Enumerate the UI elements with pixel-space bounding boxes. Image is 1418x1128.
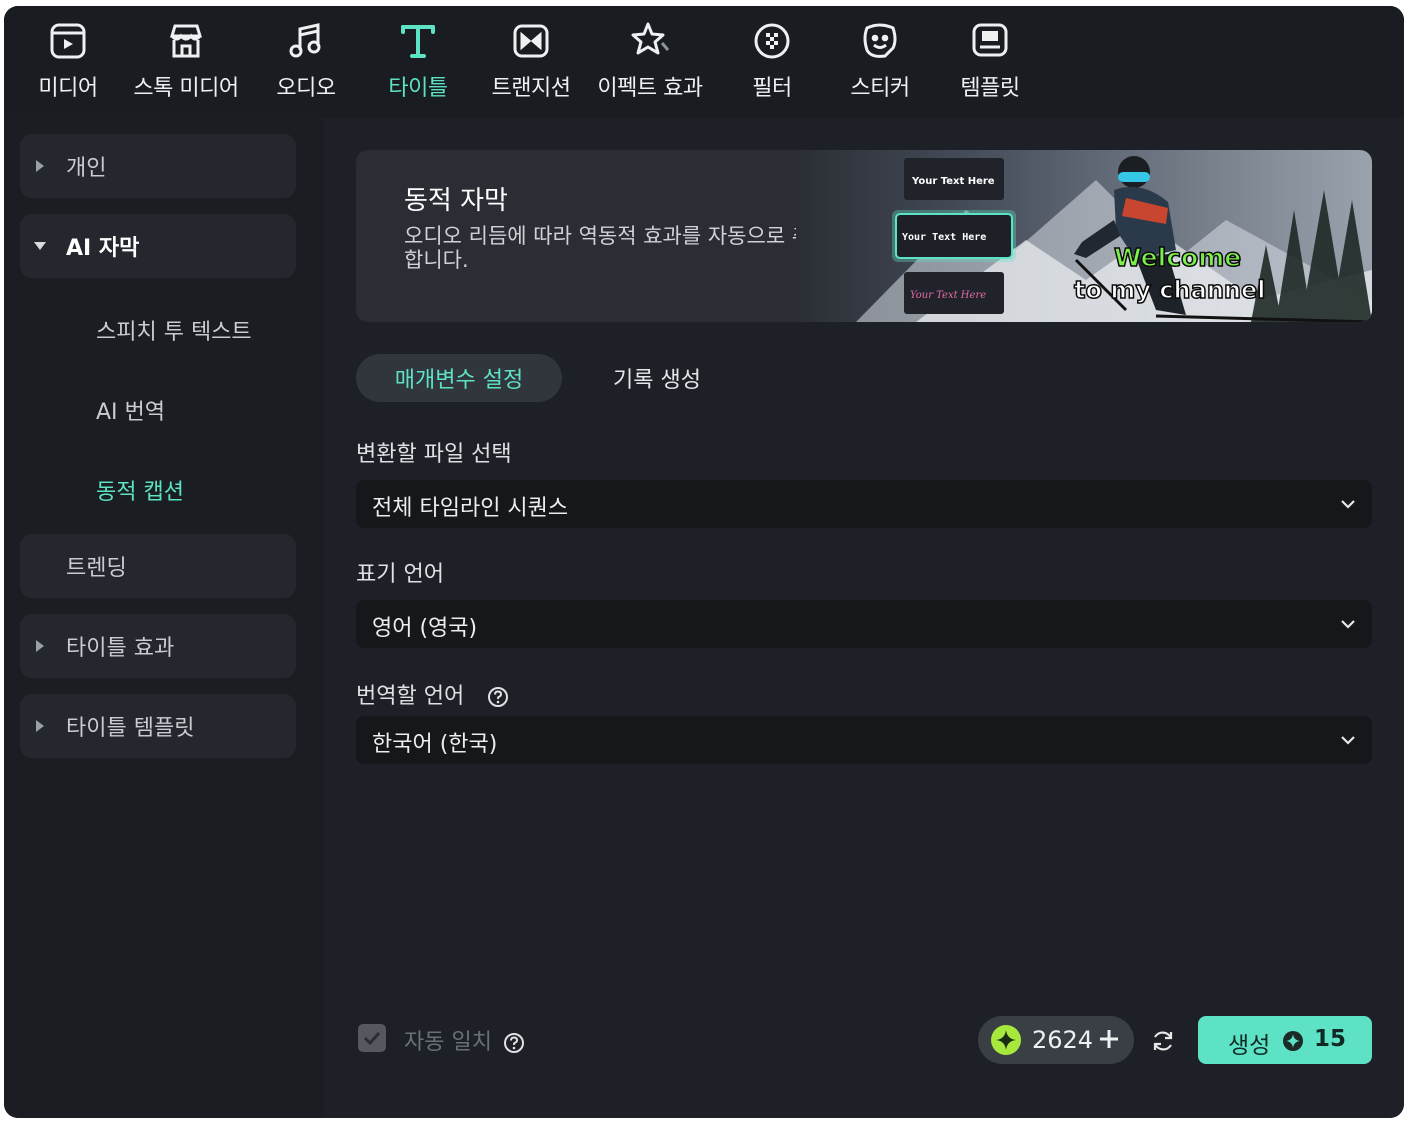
sidebar-item-label: AI 자막 [66,236,140,261]
toolbar-label: 미디어 [38,76,98,101]
file-select-dropdown[interactable]: 전체 타임라인 시퀀스 [356,480,1372,528]
music-note-icon [284,18,328,64]
sidebar-subitem-ai-translation[interactable]: AI 번역 [96,394,165,426]
sidebar-item-title-effects[interactable]: 타이틀 효과 [20,614,296,678]
toolbar-label: 템플릿 [960,76,1020,101]
auto-match-label: 자동 일치 [404,1030,492,1055]
checkmark-icon [363,1031,381,1046]
sample-caption-1: Your Text Here [911,176,995,187]
expand-arrow-icon [36,720,44,732]
sidebar-subitem-dynamic-caption[interactable]: 동적 캡션 [96,474,184,506]
translate-label-row: 번역할 언어 [356,678,509,710]
toolbar-label: 스티커 [850,76,910,101]
template-icon [968,18,1012,64]
generate-label: 생성 [1228,1033,1271,1059]
channel-text: to my channel [1074,276,1266,304]
sample-caption-3: Your Text Here [910,290,986,301]
toolbar-item-sticker[interactable]: 스티커 [846,18,914,110]
banner-illustration: Your Text Here Your Text Here Your Text … [796,150,1372,322]
sidebar-item-ai-captions[interactable]: AI 자막 [20,214,296,278]
feature-banner: 동적 자막 오디오 리듬에 따라 역동적 효과를 자동으로 추가합니다. You… [356,150,1372,322]
toolbar-label: 타이틀 [388,76,448,101]
transition-icon [509,18,553,64]
file-select-label: 변환할 파일 선택 [356,442,512,467]
chevron-down-icon [1341,736,1355,745]
sidebar-item-title-templates[interactable]: 타이틀 템플릿 [20,694,296,758]
auto-match-label-row: 자동 일치 [404,1024,525,1056]
collapse-arrow-icon [34,242,46,250]
top-toolbar: 미디어 스톡 미디어 오디오 타이틀 트랜지션 이펙트 효과 필터 스티커 템플… [4,6,1404,118]
help-icon[interactable] [487,686,509,708]
language-label: 표기 언어 [356,562,444,587]
translate-language-label: 번역할 언어 [356,684,465,709]
media-icon [46,18,90,64]
sidebar-item-label: 타이틀 효과 [66,636,175,661]
tab-parameter-settings[interactable]: 매개변수 설정 [356,354,562,402]
toolbar-label: 스톡 미디어 [133,76,239,101]
toolbar-label: 오디오 [276,76,336,101]
app-window: 미디어 스톡 미디어 오디오 타이틀 트랜지션 이펙트 효과 필터 스티커 템플… [4,6,1404,1118]
translate-language-value: 한국어 (한국) [372,732,498,757]
toolbar-item-title[interactable]: 타이틀 [384,18,452,110]
expand-arrow-icon [36,640,44,652]
sidebar-item-label: 트렌딩 [66,556,127,581]
welcome-text: Welcome [1114,243,1241,272]
toolbar-item-filter[interactable]: 필터 [738,18,806,110]
banner-description: 오디오 리듬에 따라 역동적 효과를 자동으로 추가합니다. [404,224,831,272]
sidebar-item-label: 타이틀 템플릿 [66,716,195,741]
filter-icon [750,18,794,64]
translate-language-dropdown[interactable]: 한국어 (한국) [356,716,1372,764]
toolbar-item-effects[interactable]: 이펙트 효과 [594,18,706,110]
effect-star-icon [628,18,672,64]
toolbar-item-audio[interactable]: 오디오 [272,18,340,110]
title-t-icon [396,18,440,64]
toolbar-item-media[interactable]: 미디어 [34,18,102,110]
language-value: 영어 (영국) [372,616,478,641]
toolbar-item-transition[interactable]: 트랜지션 [486,18,576,110]
toolbar-label: 트랜지션 [491,76,571,101]
toolbar-item-template[interactable]: 템플릿 [956,18,1024,110]
sticker-icon [858,18,902,64]
toolbar-label: 필터 [752,76,792,101]
credit-icon [1283,1031,1303,1051]
sidebar-item-personal[interactable]: 개인 [20,134,296,198]
credit-coin-icon [991,1025,1021,1055]
banner-title: 동적 자막 [404,186,508,216]
credits-pill[interactable]: 2624 [978,1016,1134,1064]
refresh-icon[interactable] [1150,1028,1176,1054]
file-select-value: 전체 타임라인 시퀀스 [372,496,569,521]
sidebar: 개인 AI 자막 스피치 투 텍스트 AI 번역 동적 캡션 트렌딩 타이틀 효… [4,118,324,1118]
sidebar-item-label: 개인 [66,156,107,181]
stock-media-icon [164,18,208,64]
chevron-down-icon [1341,500,1355,509]
toolbar-label: 이펙트 효과 [597,76,703,101]
sidebar-item-trending[interactable]: 트렌딩 [20,534,296,598]
sample-caption-2: Your Text Here [902,232,986,243]
generate-button[interactable]: 생성 15 [1198,1016,1372,1064]
add-credits-icon[interactable] [1098,1028,1120,1050]
chevron-down-icon [1341,620,1355,629]
credits-count: 2624 [1032,1026,1094,1054]
generate-cost: 15 [1314,1026,1347,1052]
main-panel: 동적 자막 오디오 리듬에 따라 역동적 효과를 자동으로 추가합니다. You… [324,118,1404,1118]
language-dropdown[interactable]: 영어 (영국) [356,600,1372,648]
help-icon[interactable] [503,1032,525,1054]
auto-match-checkbox[interactable] [358,1024,386,1052]
expand-arrow-icon [36,160,44,172]
sidebar-subitem-speech-to-text[interactable]: 스피치 투 텍스트 [96,314,252,346]
tab-generation-history[interactable]: 기록 생성 [582,354,732,402]
toolbar-item-stock-media[interactable]: 스톡 미디어 [130,18,242,110]
